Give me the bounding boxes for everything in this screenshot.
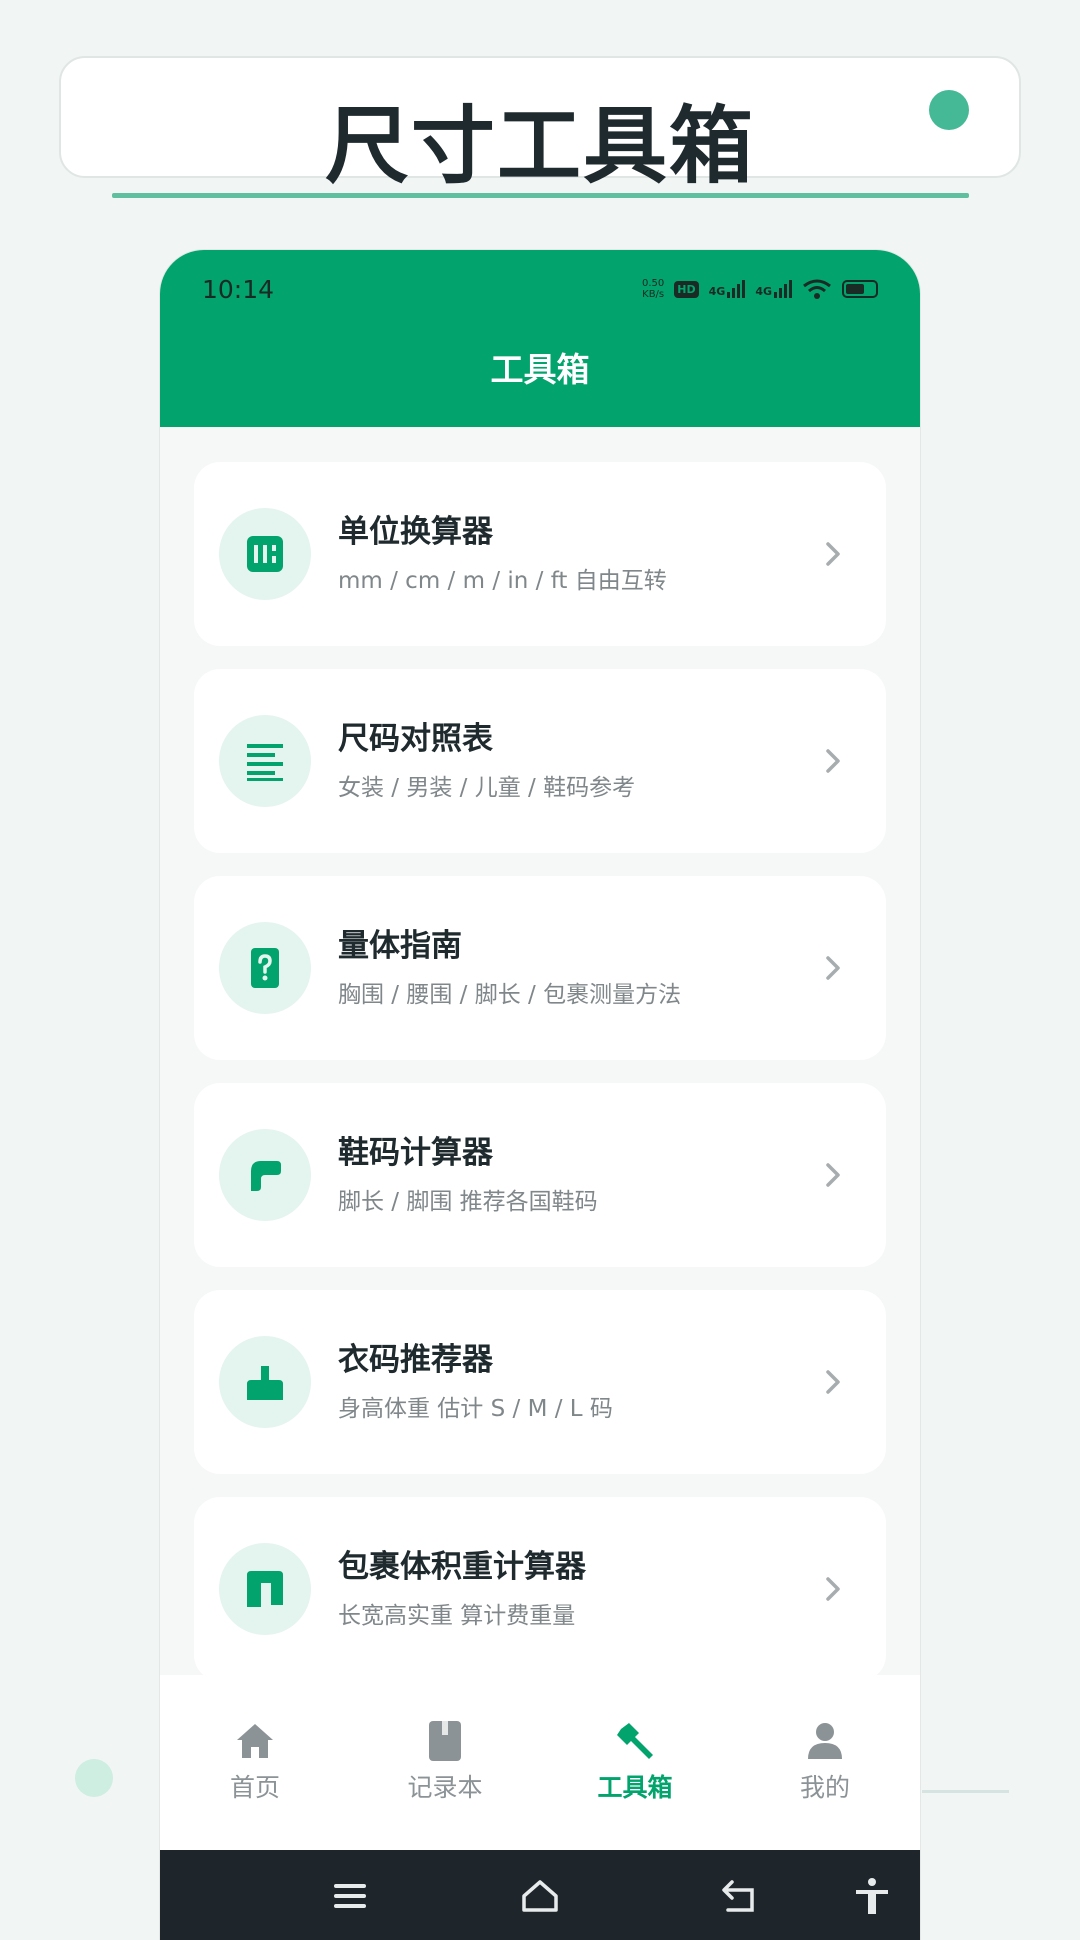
status-time: 10:14 — [202, 275, 275, 304]
page-title: 工具箱 — [490, 350, 590, 389]
tab-label: 我的 — [799, 1773, 850, 1802]
tab-toolbox[interactable]: 工具箱 — [540, 1675, 730, 1850]
signal-icon: 4G — [709, 280, 746, 298]
decorative-dot — [75, 1759, 113, 1797]
tool-subtitle: 女装 / 男装 / 儿童 / 鞋码参考 — [338, 775, 636, 801]
tab-home[interactable]: 首页 — [160, 1675, 350, 1850]
tool-subtitle: 胸围 / 腰围 / 脚长 / 包裹测量方法 — [338, 982, 682, 1008]
help-card-icon — [251, 948, 279, 988]
tool-card-package-volume[interactable]: 包裹体积重计算器 长宽高实重 算计费重量 — [194, 1497, 886, 1681]
network-type-label-2: 4G — [755, 285, 772, 298]
bottom-tab-bar: 首页 记录本 工具箱 我的 — [160, 1675, 920, 1850]
tool-card-clothing-size[interactable]: 衣码推荐器 身高体重 估计 S / M / L 码 — [194, 1290, 886, 1474]
status-icons: 0.50 KB/s HD 4G 4G — [642, 274, 878, 304]
banner-dot-decoration — [929, 90, 969, 130]
chevron-right-icon — [826, 749, 840, 773]
tool-title: 尺码对照表 — [338, 721, 493, 757]
chevron-right-icon — [826, 542, 840, 566]
banner-title: 尺寸工具箱 — [324, 97, 755, 195]
tab-profile[interactable]: 我的 — [730, 1675, 920, 1850]
tab-notebook[interactable]: 记录本 — [350, 1675, 540, 1850]
network-speed-value: 0.50 — [642, 278, 665, 289]
tool-icon-badge — [219, 922, 311, 1014]
list-icon — [247, 744, 283, 781]
network-speed-unit: KB/s — [642, 289, 665, 300]
home-icon — [237, 1724, 273, 1758]
chevron-right-icon — [826, 1370, 840, 1394]
banner-underline — [112, 193, 969, 198]
tab-label: 首页 — [229, 1773, 280, 1802]
hd-icon: HD — [674, 280, 699, 298]
system-nav-bar — [160, 1850, 920, 1940]
tool-subtitle: 长宽高实重 算计费重量 — [338, 1603, 576, 1629]
tool-subtitle: 身高体重 估计 S / M / L 码 — [338, 1396, 613, 1422]
app-header: 10:14 0.50 KB/s HD 4G 4G 工具箱 — [160, 250, 920, 427]
ruler-icon — [247, 536, 283, 572]
signal-icon-2: 4G — [755, 280, 792, 298]
chevron-right-icon — [826, 956, 840, 980]
shirt-icon — [247, 1366, 283, 1400]
accessibility-icon[interactable] — [852, 1876, 892, 1916]
tool-title: 单位换算器 — [338, 514, 493, 550]
tool-card-size-chart[interactable]: 尺码对照表 女装 / 男装 / 儿童 / 鞋码参考 — [194, 669, 886, 853]
notebook-icon — [429, 1721, 461, 1761]
tool-title: 鞋码计算器 — [338, 1135, 493, 1171]
chevron-right-icon — [826, 1577, 840, 1601]
tool-title: 包裹体积重计算器 — [338, 1549, 586, 1585]
tool-card-unit-converter[interactable]: 单位换算器 mm / cm / m / in / ft 自由互转 — [194, 462, 886, 646]
tool-title: 衣码推荐器 — [338, 1342, 493, 1378]
network-speed: 0.50 KB/s — [642, 278, 664, 300]
tool-subtitle: mm / cm / m / in / ft 自由互转 — [338, 568, 667, 594]
tool-title: 量体指南 — [338, 928, 462, 964]
chevron-right-icon — [826, 1163, 840, 1187]
tool-icon-badge — [219, 1129, 311, 1221]
tool-card-measure-guide[interactable]: 量体指南 胸围 / 腰围 / 脚长 / 包裹测量方法 — [194, 876, 886, 1060]
tab-label: 记录本 — [407, 1773, 483, 1802]
battery-icon — [842, 280, 878, 298]
home-nav-icon[interactable] — [520, 1876, 560, 1916]
tool-card-shoe-size[interactable]: 鞋码计算器 脚长 / 脚围 推荐各国鞋码 — [194, 1083, 886, 1267]
tool-icon-badge — [219, 1336, 311, 1428]
tab-label: 工具箱 — [597, 1773, 673, 1802]
network-type-label: 4G — [708, 285, 726, 298]
phone-frame: 10:14 0.50 KB/s HD 4G 4G 工具箱 单位换算器 mm / … — [160, 250, 920, 1940]
shoe-icon — [251, 1161, 281, 1191]
tool-icon-badge — [219, 508, 311, 600]
menu-icon[interactable] — [330, 1876, 370, 1916]
tool-icon-badge — [219, 1543, 311, 1635]
person-icon — [808, 1723, 842, 1759]
wifi-icon — [803, 279, 831, 299]
toolbox-icon — [617, 1723, 653, 1759]
back-icon[interactable] — [720, 1876, 760, 1916]
tool-subtitle: 脚长 / 脚围 推荐各国鞋码 — [338, 1189, 598, 1215]
decorative-line — [922, 1790, 1009, 1793]
package-icon — [247, 1571, 283, 1607]
tool-icon-badge — [219, 715, 311, 807]
